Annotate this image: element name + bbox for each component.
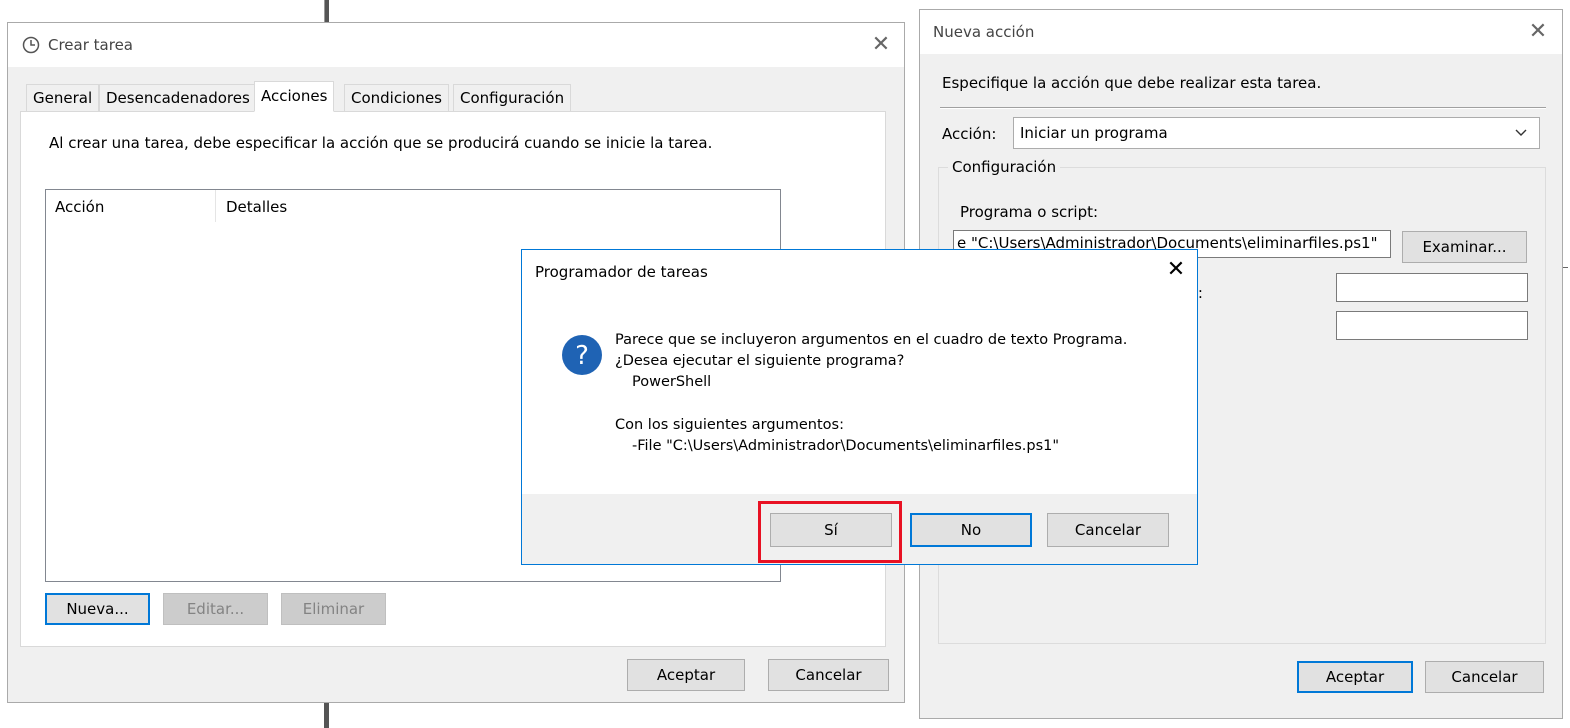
nueva-accion-cancel-button[interactable]: Cancelar — [1425, 661, 1544, 693]
chevron-down-icon — [1514, 126, 1528, 140]
column-header-detalles[interactable]: Detalles — [226, 198, 287, 216]
close-icon[interactable]: ✕ — [1163, 259, 1189, 281]
action-select[interactable]: Iniciar un programa — [1013, 117, 1540, 149]
action-label: Acción: — [942, 125, 997, 143]
browse-button[interactable]: Examinar... — [1402, 231, 1527, 263]
crear-tarea-title: Crear tarea — [48, 36, 133, 54]
dialog-program-name: PowerShell — [632, 374, 712, 390]
tab-acciones[interactable]: Acciones — [254, 81, 335, 112]
action-select-value: Iniciar un programa — [1020, 124, 1168, 142]
column-divider — [215, 190, 216, 222]
acciones-intro-text: Al crear una tarea, debe especificar la … — [49, 134, 713, 152]
crear-tarea-ok-button[interactable]: Aceptar — [627, 659, 745, 691]
nueva-accion-ok-button[interactable]: Aceptar — [1297, 661, 1413, 693]
start-in-field[interactable] — [1336, 311, 1528, 340]
tab-desencadenadores[interactable]: Desencadenadores — [99, 84, 257, 111]
background-divider-bottom — [324, 703, 329, 728]
dialog-message-line1: Parece que se incluyeron argumentos en e… — [615, 332, 1128, 348]
question-icon: ? — [560, 333, 604, 377]
dialog-args-label: Con los siguientes argumentos: — [615, 417, 844, 433]
arguments-field[interactable] — [1336, 273, 1528, 302]
dialog-title: Programador de tareas — [535, 263, 708, 281]
no-button[interactable]: No — [910, 513, 1032, 547]
crear-tarea-cancel-button[interactable]: Cancelar — [768, 659, 889, 691]
nueva-accion-title: Nueva acción — [933, 23, 1035, 41]
instruction-separator — [940, 107, 1546, 109]
crear-tarea-titlebar: Crear tarea ✕ — [8, 23, 904, 67]
tab-condiciones[interactable]: Condiciones — [344, 84, 449, 111]
close-icon[interactable]: ✕ — [1525, 21, 1551, 43]
dialog-args-value: -File "C:\Users\Administrador\Documents\… — [632, 438, 1060, 454]
background-divider — [324, 0, 329, 22]
delete-action-button: Eliminar — [281, 593, 386, 625]
dialog-cancel-button[interactable]: Cancelar — [1047, 513, 1169, 547]
configuracion-group-label: Configuración — [948, 158, 1061, 176]
clock-icon — [22, 36, 40, 54]
nueva-accion-titlebar: Nueva acción ✕ — [920, 10, 1562, 54]
dialog-message-line2: ¿Desea ejecutar el siguiente programa? — [615, 353, 905, 369]
nueva-accion-instruction: Especifique la acción que debe realizar … — [942, 74, 1322, 92]
edit-action-button: Editar... — [163, 593, 268, 625]
highlight-box — [758, 501, 902, 563]
background-tick — [1563, 267, 1568, 268]
tab-configuracion[interactable]: Configuración — [453, 84, 572, 111]
close-icon[interactable]: ✕ — [868, 34, 894, 56]
column-header-accion[interactable]: Acción — [55, 198, 104, 216]
new-action-button[interactable]: Nueva... — [45, 593, 150, 625]
program-label: Programa o script: — [960, 203, 1099, 221]
svg-text:?: ? — [575, 341, 589, 371]
tab-general[interactable]: General — [26, 84, 100, 111]
